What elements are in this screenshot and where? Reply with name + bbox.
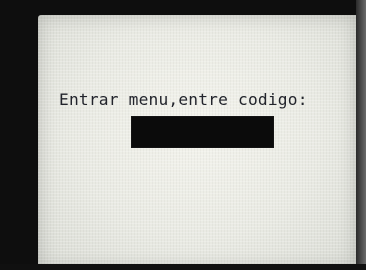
device-bezel-right bbox=[356, 0, 366, 270]
menu-code-prompt: Entrar menu,entre codigo: bbox=[59, 90, 308, 109]
access-code-field[interactable] bbox=[131, 116, 274, 148]
device-photo: Entrar menu,entre codigo: bbox=[0, 0, 366, 270]
device-bezel-bottom bbox=[0, 264, 366, 270]
lcd-screen: Entrar menu,entre codigo: bbox=[38, 15, 356, 269]
